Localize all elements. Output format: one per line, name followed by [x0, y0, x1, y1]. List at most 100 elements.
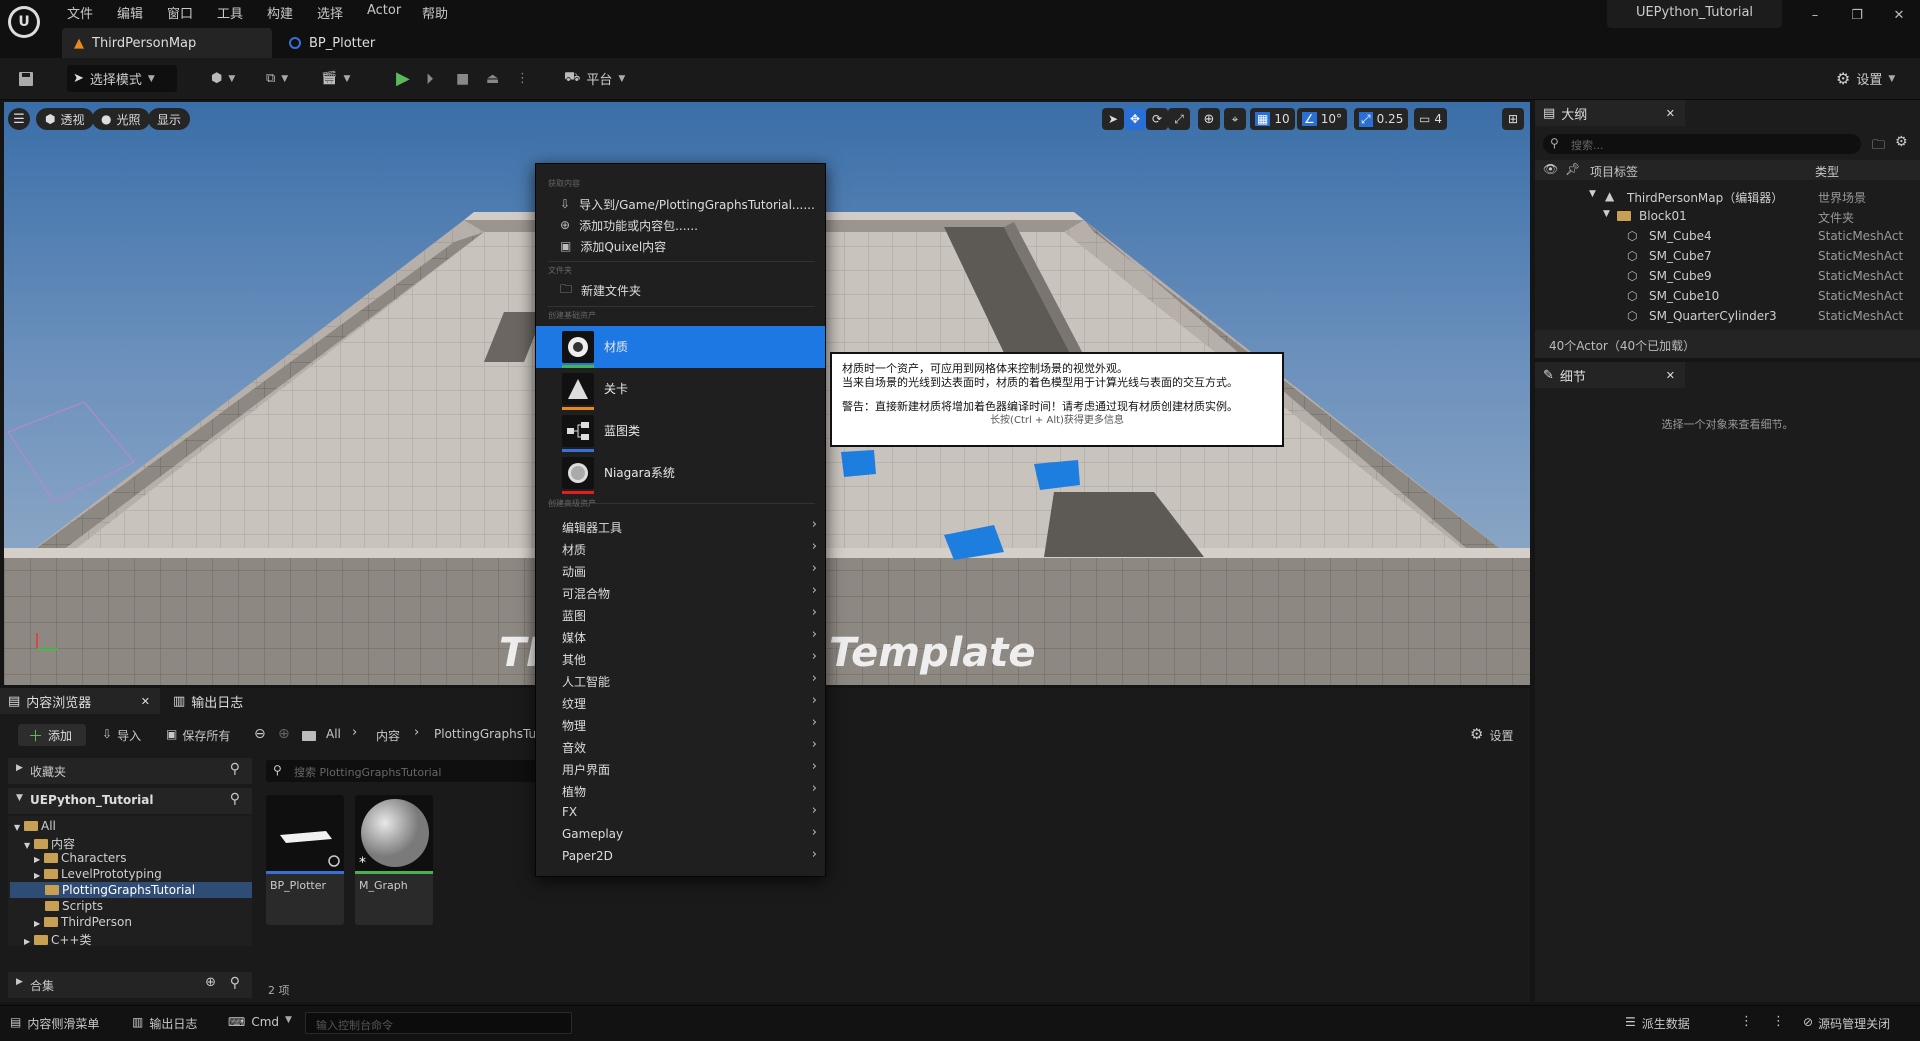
tree-item-scripts[interactable]: Scripts — [45, 899, 103, 915]
cb-settings-button[interactable]: ⚙ 设置 — [1470, 725, 1513, 744]
menu-select[interactable]: 选择 — [317, 3, 343, 22]
close-icon[interactable]: ✕ — [1666, 107, 1675, 120]
outliner-row[interactable]: ⬡ SM_QuarterCylinder3 StaticMeshAct — [1535, 306, 1920, 326]
add-folder-icon[interactable]: 🗀 — [1872, 136, 1885, 158]
settings-dropdown[interactable]: ⚙ 设置 ▼ — [1830, 65, 1901, 92]
menu-level-asset[interactable]: 关卡 — [536, 368, 825, 410]
save-icon[interactable] — [12, 65, 40, 92]
search-icon[interactable]: ⚲ — [230, 975, 240, 991]
gear-icon[interactable]: ⚙ — [1895, 134, 1908, 150]
breadcrumb-all[interactable]: All — [326, 727, 341, 741]
cmd-dropdown[interactable]: ⌨ Cmd ▼ — [228, 1015, 292, 1029]
camera-speed-button[interactable]: ▭ 4 — [1414, 108, 1447, 130]
submenu-fx[interactable]: FX › — [536, 801, 827, 823]
tree-item-levelprototyping[interactable]: ▶ LevelPrototyping — [34, 867, 162, 883]
submenu-user-interface[interactable]: 用户界面 › — [536, 757, 827, 779]
menu-material-asset[interactable]: 材质 — [536, 326, 825, 368]
tree-item-characters[interactable]: ▶ Characters — [34, 851, 126, 867]
rotation-snap-toggle[interactable]: ∠ 10° — [1297, 108, 1348, 130]
tree-item-cpp-classes[interactable]: ▶ C++类 — [24, 931, 91, 947]
submenu-foliage[interactable]: 植物 › — [536, 779, 827, 801]
col-type-header[interactable]: 类型 — [1815, 163, 1839, 180]
breadcrumb-plottinggraphs[interactable]: PlottingGraphsTu — [434, 727, 536, 741]
outliner-row[interactable]: ▼ ▲ ThirdPersonMap（编辑器） 世界场景 — [1535, 186, 1920, 206]
tree-item-thirdperson[interactable]: ▶ ThirdPerson — [34, 915, 132, 931]
advance-frame-button[interactable]: ⏵ — [420, 65, 440, 92]
menu-edit[interactable]: 编辑 — [117, 3, 143, 22]
stop-button[interactable]: ■ — [450, 65, 475, 92]
add-collection-icon[interactable]: ⊕ — [205, 975, 216, 990]
submenu-editor-tools[interactable]: 编辑器工具 › — [536, 515, 827, 537]
submenu-blueprint[interactable]: 蓝图 › — [536, 603, 827, 625]
submenu-other[interactable]: 其他 › — [536, 647, 827, 669]
collections-header[interactable]: ▶ 合集 ⊕ ⚲ — [8, 972, 252, 998]
submenu-ai[interactable]: 人工智能 › — [536, 669, 827, 691]
menu-build[interactable]: 构建 — [267, 3, 293, 22]
console-input[interactable]: 输入控制台命令 — [305, 1012, 572, 1034]
add-button[interactable]: ＋ 添加 — [18, 724, 86, 746]
close-icon[interactable]: ✕ — [1666, 369, 1675, 382]
search-icon[interactable]: ⚲ — [230, 761, 240, 777]
submenu-texture[interactable]: 纹理 › — [536, 691, 827, 713]
breadcrumb-content[interactable]: 内容 — [376, 727, 400, 744]
select-mode-dropdown[interactable]: ➤ 选择模式 ▼ — [67, 65, 177, 92]
search-icon[interactable]: ⚲ — [230, 791, 240, 807]
outliner-search-input[interactable]: ⚲ 搜索... — [1543, 134, 1861, 154]
output-log-tab[interactable]: ▥ 输出日志 — [165, 688, 265, 714]
play-button[interactable]: ▶ — [390, 65, 416, 92]
asset-tile-bp-plotter[interactable]: BP_Plotter — [266, 795, 344, 925]
menu-help[interactable]: 帮助 — [422, 3, 448, 22]
perspective-button[interactable]: ⬢ 透视 — [36, 108, 94, 130]
menu-new-folder[interactable]: 🗀 新建文件夹 — [560, 280, 641, 300]
menu-actor[interactable]: Actor — [367, 3, 401, 18]
submenu-physics[interactable]: 物理 › — [536, 713, 827, 735]
import-button[interactable]: ⇩ 导入 — [102, 727, 141, 744]
tree-item-content[interactable]: ▼ 内容 — [24, 835, 75, 851]
eject-button[interactable]: ⏏ — [480, 65, 505, 92]
close-window-button[interactable]: ✕ — [1888, 8, 1910, 24]
viewport-menu-button[interactable]: ☰ — [8, 108, 30, 130]
close-icon[interactable]: ✕ — [141, 695, 150, 708]
content-drawer-button[interactable]: ▤ 内容侧滑菜单 — [10, 1015, 99, 1032]
tree-item-plottinggraphs[interactable]: PlottingGraphsTutorial — [45, 883, 195, 899]
grid-snap-toggle[interactable]: ▦ 10 — [1250, 108, 1295, 130]
menu-import[interactable]: ⇩ 导入到/Game/PlottingGraphsTutorial...... — [560, 194, 815, 214]
outliner-row[interactable]: ⬡ SM_Cube9 StaticMeshAct — [1535, 266, 1920, 286]
viewport-layout-button[interactable]: ⊞ — [1502, 108, 1524, 130]
derived-data-button[interactable]: ☰ 派生数据 — [1625, 1015, 1690, 1032]
rotate-tool-button[interactable]: ⟳ — [1146, 108, 1168, 130]
menu-add-quixel[interactable]: ▣ 添加Quixel内容 — [560, 236, 666, 256]
lit-button[interactable]: ● 光照 — [92, 108, 150, 130]
favorites-header[interactable]: ▶ 收藏夹 ⚲ — [8, 758, 252, 784]
visibility-eye-icon[interactable]: 👁︎ — [1543, 162, 1558, 176]
outliner-row[interactable]: ⬡ SM_Cube7 StaticMeshAct — [1535, 246, 1920, 266]
select-tool-button[interactable]: ➤ — [1102, 108, 1124, 130]
tab-thirdpersonmap[interactable]: ▲ ThirdPersonMap — [62, 28, 272, 58]
network-icon[interactable]: ⋮ — [1740, 1014, 1753, 1029]
asset-search-input[interactable]: ⚲ 搜索 PlottingGraphsTutorial — [266, 760, 536, 782]
project-header[interactable]: ▼ UEPython_Tutorial ⚲ — [8, 788, 252, 814]
scale-snap-toggle[interactable]: ⤢ 0.25 — [1354, 108, 1409, 130]
forward-arrow-icon[interactable]: ⊕ — [278, 726, 290, 742]
world-space-button[interactable]: ⊕ — [1198, 108, 1220, 130]
more-vert-icon[interactable]: ⋮ — [1772, 1014, 1785, 1029]
outliner-row[interactable]: ⬡ SM_Cube4 StaticMeshAct — [1535, 226, 1920, 246]
details-tab[interactable]: ✎ 细节 ✕ — [1535, 362, 1685, 388]
back-arrow-icon[interactable]: ⊖ — [254, 726, 266, 742]
output-log-button[interactable]: ▥ 输出日志 — [132, 1015, 197, 1032]
menu-add-feature-pack[interactable]: ⊕ 添加功能或内容包...... — [560, 215, 698, 235]
outliner-row[interactable]: ▼ Block01 文件夹 — [1535, 206, 1920, 226]
col-label-header[interactable]: 项目标签 — [1590, 163, 1638, 180]
submenu-paper2d[interactable]: Paper2D › — [536, 845, 827, 867]
scale-tool-button[interactable]: ⤢ — [1168, 108, 1190, 130]
submenu-material[interactable]: 材质 › — [536, 537, 827, 559]
restore-button[interactable]: ❐ — [1846, 8, 1868, 24]
menu-blueprint-class-asset[interactable]: 蓝图类 — [536, 410, 825, 452]
menu-file[interactable]: 文件 — [67, 3, 93, 22]
play-options-button[interactable]: ⋮ — [510, 65, 535, 92]
platform-dropdown[interactable]: ⛟ 平台 ▼ — [558, 65, 631, 92]
submenu-blendables[interactable]: 可混合物 › — [536, 581, 827, 603]
blueprint-menu-button[interactable]: ⧉ ▼ — [260, 65, 294, 92]
surface-snap-button[interactable]: ⌖ — [1224, 108, 1246, 130]
menu-niagara-system-asset[interactable]: Niagara系统 — [536, 452, 825, 494]
